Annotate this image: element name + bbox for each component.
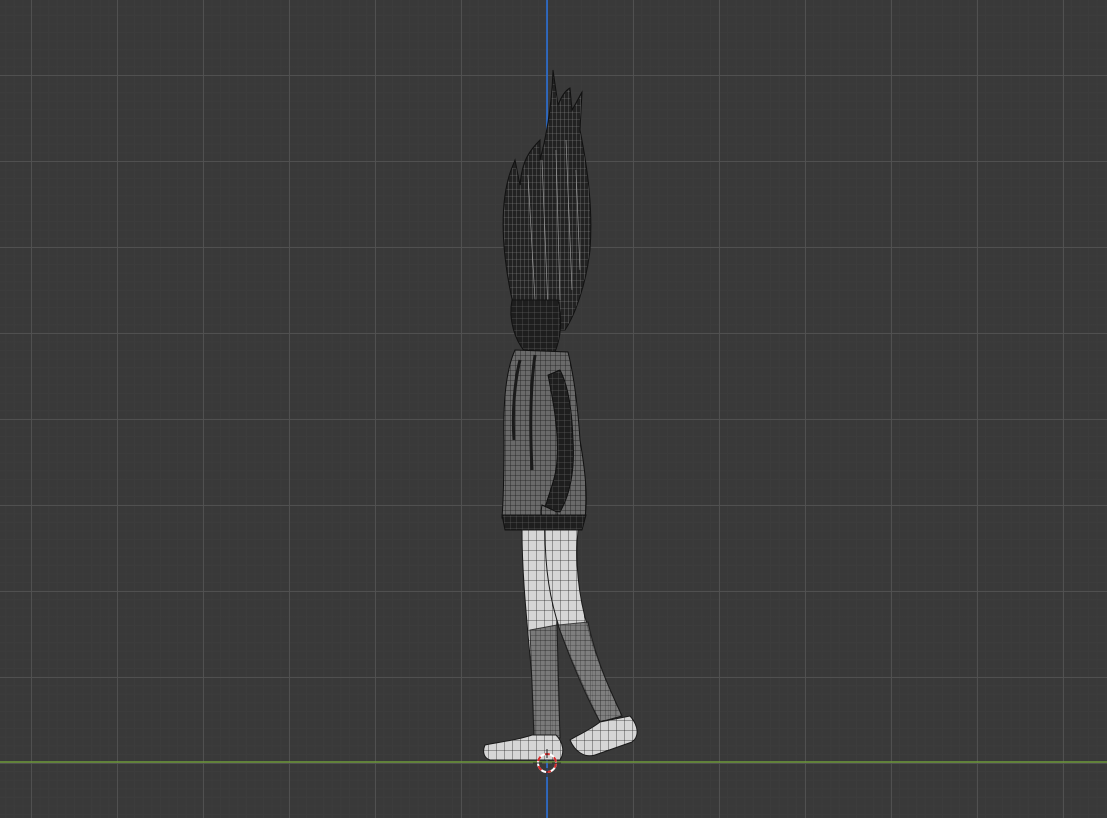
character-mesh[interactable] bbox=[483, 69, 638, 761]
viewport-overlay bbox=[0, 0, 1107, 818]
back-shoe-mesh bbox=[483, 734, 564, 761]
head-mesh bbox=[510, 299, 562, 353]
back-sock-mesh bbox=[529, 624, 561, 739]
skirt-hem-mesh bbox=[501, 514, 587, 531]
front-sock-mesh bbox=[557, 621, 623, 723]
3d-viewport[interactable] bbox=[0, 0, 1107, 818]
front-shoe-mesh bbox=[569, 715, 638, 757]
